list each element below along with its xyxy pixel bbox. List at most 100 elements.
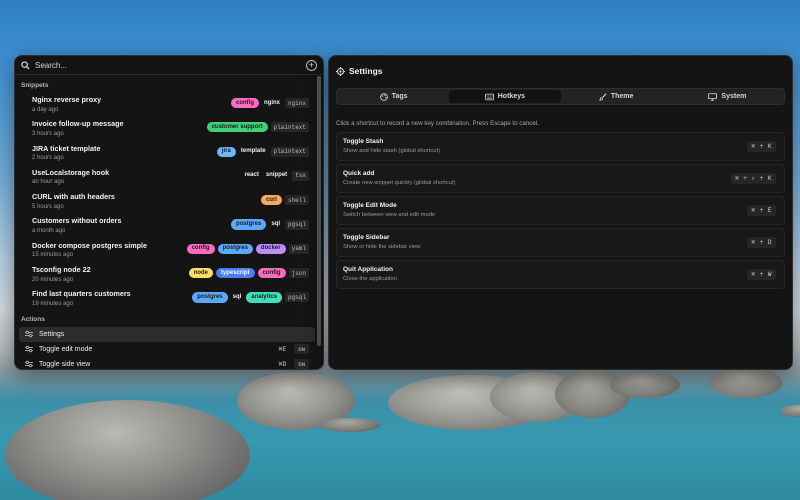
add-snippet-button[interactable]: +: [306, 59, 317, 71]
snippet-tags: postgres sql analytics pgsql: [192, 292, 309, 303]
snippet-tags: postgres sql pgsql: [230, 219, 309, 230]
snippet-language-badge: yaml: [288, 243, 309, 254]
snippet-tag[interactable]: postgres: [230, 219, 267, 230]
tab-label: Hotkeys: [497, 93, 525, 100]
snippet-tag[interactable]: config: [186, 243, 215, 254]
tab-label: Tags: [391, 93, 408, 100]
snippet-tag[interactable]: config: [257, 268, 286, 279]
snippet-item[interactable]: JIRA ticket template 2 hours ago jira templ…: [15, 142, 323, 166]
snippet-name: Nginx reverse proxy: [32, 95, 102, 104]
snippet-tag[interactable]: sql: [269, 219, 282, 229]
snippet-tag[interactable]: docker: [255, 243, 286, 254]
snippet-tag[interactable]: config: [230, 98, 259, 109]
snippet-item[interactable]: Nginx reverse proxy a day ago config nginx n…: [15, 93, 323, 117]
snippet-tag[interactable]: customer support: [206, 122, 268, 133]
snippet-time: a month ago: [32, 227, 66, 234]
hotkey-shortcut-button[interactable]: ⌘ + D: [747, 237, 776, 248]
hotkey-shortcut-button[interactable]: ⌘ + ⇧ + K: [731, 173, 776, 184]
snippet-tag[interactable]: snippet: [264, 171, 289, 181]
tab-tags[interactable]: Tags: [338, 90, 449, 103]
snippet-item[interactable]: Docker compose postgres simple 15 minutes…: [15, 239, 323, 263]
hotkey-title: Toggle Sidebar: [343, 234, 390, 241]
snippet-tags: curl shell: [260, 195, 309, 206]
snippet-tags: node typescript config json: [188, 268, 309, 279]
wallpaper-rock: [780, 405, 800, 417]
snippet-tag[interactable]: sql: [231, 292, 244, 302]
hotkey-shortcut-button[interactable]: ⌘ + E: [747, 205, 776, 216]
snippet-item[interactable]: Find last quarters customers 19 minutes a…: [15, 287, 323, 311]
action-state-badge: ON: [294, 344, 309, 355]
wallpaper-rock: [5, 400, 250, 500]
snippet-language-badge: pgsql: [284, 292, 309, 303]
snippet-tags: jira template plaintext: [216, 146, 309, 157]
snippet-language-badge: pgsql: [284, 219, 309, 230]
snippet-item[interactable]: Customers without orders a month ago postg…: [15, 214, 323, 238]
snippet-time: 20 minutes ago: [32, 276, 74, 283]
settings-header: Settings: [329, 56, 792, 86]
snippet-tag[interactable]: template: [239, 147, 268, 157]
snippet-time: 5 hours ago: [32, 203, 64, 210]
hotkey-row: Quit Application Close the application ⌘ +…: [336, 260, 785, 289]
snippet-list-scrollbar[interactable]: [317, 76, 321, 346]
snippet-tags: customer support plaintext: [206, 122, 309, 133]
snippet-tag[interactable]: curl: [260, 195, 282, 206]
snippets-window: + Snippets Nginx reverse proxy a day ago c…: [14, 55, 324, 370]
keyboard-icon: [484, 93, 494, 101]
action-shortcut: ⌘D: [278, 361, 287, 369]
snippet-list: Nginx reverse proxy a day ago config nginx n…: [15, 93, 323, 312]
brush-icon: [598, 92, 607, 101]
action-label: Toggle side view: [39, 360, 91, 368]
tab-label: System: [721, 93, 747, 100]
snippet-tag[interactable]: nginx: [262, 98, 282, 108]
snippet-tag[interactable]: typescript: [215, 268, 255, 279]
hotkey-row: Toggle Edit Mode Switch between view and …: [336, 196, 785, 225]
snippets-section-title: Snippets: [21, 82, 49, 89]
sliders-icon: [25, 345, 34, 353]
snippet-name: Invoice follow-up message: [32, 119, 124, 129]
hotkey-row: Toggle Stash Show and hide stash (global …: [336, 132, 785, 161]
snippet-time: an hour ago: [32, 179, 65, 186]
snippet-tag[interactable]: react: [243, 171, 261, 181]
hotkey-list: Toggle Stash Show and hide stash (global …: [336, 132, 785, 289]
action-list: Settings Toggle edit mode ⌘E ON Toggle side …: [15, 326, 323, 369]
snippet-name: Docker compose postgres simple: [32, 240, 148, 250]
gear-icon: [336, 66, 345, 76]
action-item[interactable]: Settings: [19, 326, 315, 342]
search-input[interactable]: [35, 60, 306, 70]
snippet-tag[interactable]: node: [188, 268, 213, 279]
snippet-time: a day ago: [32, 106, 59, 113]
hotkey-row: Toggle Sidebar Show or hide the sidebar v…: [336, 228, 785, 257]
hotkey-shortcut-button[interactable]: ⌘ + W: [747, 269, 776, 280]
snippet-tag[interactable]: jira: [216, 146, 236, 157]
hotkey-title: Toggle Edit Mode: [343, 202, 397, 209]
snippet-tags: config postgres docker yaml: [186, 243, 309, 254]
action-item[interactable]: Toggle side view ⌘D ON: [19, 357, 315, 369]
snippet-tag[interactable]: analytics: [246, 292, 282, 303]
wallpaper-rock: [320, 418, 380, 432]
settings-tabs: Tags Hotkeys Theme System: [336, 88, 785, 105]
search-icon: [21, 60, 31, 70]
action-item[interactable]: Toggle edit mode ⌘E ON: [19, 342, 315, 357]
hotkey-shortcut-button[interactable]: ⌘ + K: [747, 141, 776, 152]
hotkey-description: Close the application: [343, 276, 397, 282]
hotkey-description: Show and hide stash (global shortcut): [343, 148, 440, 154]
hotkey-title: Quit Application: [343, 266, 393, 273]
snippet-name: UseLocalstorage hook: [32, 167, 110, 177]
hotkey-title: Toggle Stash: [343, 138, 384, 145]
tab-system[interactable]: System: [672, 90, 783, 103]
hotkeys-instruction: Click a shortcut to record a new key com…: [336, 120, 539, 127]
snippet-tag[interactable]: postgres: [192, 292, 228, 303]
action-state-badge: ON: [294, 359, 309, 369]
snippet-item[interactable]: CURL with auth headers 5 hours ago curl she…: [15, 190, 323, 214]
tab-hotkeys[interactable]: Hotkeys: [449, 90, 561, 103]
hotkey-description: Show or hide the sidebar view: [343, 244, 421, 250]
snippet-tag[interactable]: postgres: [217, 243, 253, 254]
sliders-icon: [25, 360, 34, 368]
snippet-item[interactable]: Tsconfig node 22 20 minutes ago node typesc…: [15, 263, 323, 287]
snippet-item[interactable]: Invoice follow-up message 3 hours ago cust…: [15, 117, 323, 141]
snippet-item[interactable]: UseLocalstorage hook an hour ago react snip…: [15, 166, 323, 190]
hotkey-description: Create new snippet quickly (global short…: [343, 180, 456, 186]
tab-theme[interactable]: Theme: [561, 90, 672, 103]
snippet-tags: react snippet tsx: [243, 170, 309, 181]
snippet-name: CURL with auth headers: [32, 192, 115, 202]
